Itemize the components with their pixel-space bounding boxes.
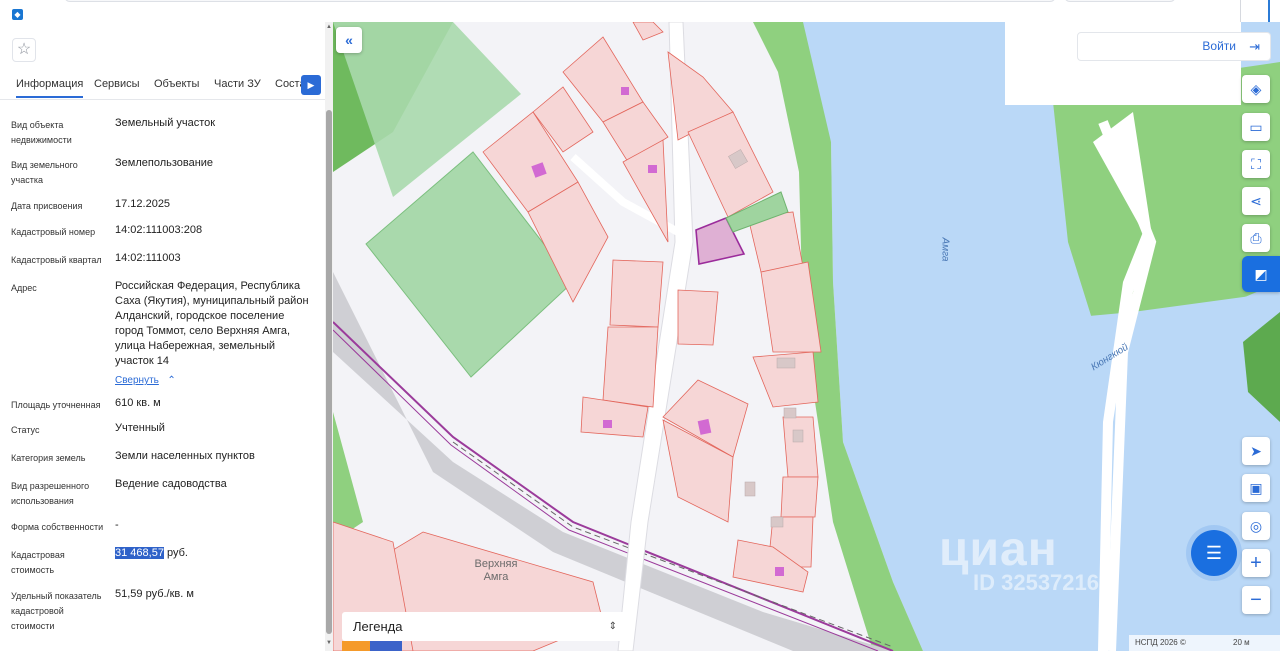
chevron-updown-icon: ⇕ bbox=[608, 621, 617, 632]
print-icon[interactable]: ⎙ bbox=[1242, 224, 1270, 252]
field-value: 51,59 руб./кв. м bbox=[115, 588, 194, 600]
field-label: Адрес bbox=[11, 283, 37, 293]
scroll-down-icon[interactable]: ▼ bbox=[326, 640, 332, 646]
watermark-id: ID 325372169 bbox=[973, 570, 1112, 595]
collapse-link[interactable]: Свернуть ⌃ bbox=[115, 370, 215, 388]
collapse-label[interactable]: Свернуть bbox=[115, 375, 159, 386]
chat-icon[interactable]: ☰ bbox=[1191, 530, 1237, 576]
field-label: Вид разрешенного использования bbox=[11, 481, 90, 506]
copyright-bar: НСПД 2026 © 20 м bbox=[1129, 635, 1280, 651]
village-label: Верхняя Амга bbox=[474, 558, 518, 583]
login-button[interactable]: Войти ⇥ bbox=[1077, 32, 1271, 61]
scroll-up-icon[interactable]: ▲ bbox=[326, 24, 332, 30]
star-icon[interactable]: ☆ bbox=[12, 38, 36, 62]
field-label: Дата присвоения bbox=[11, 201, 83, 211]
field-label: Кадастровый квартал bbox=[11, 255, 102, 265]
scrollbar-thumb[interactable] bbox=[326, 110, 332, 634]
info-tabs: Информация Сервисы Объекты Части ЗУ Сост… bbox=[0, 72, 325, 100]
tabs-scroll-right-icon[interactable]: ▶ bbox=[301, 75, 321, 95]
tab-information[interactable]: Информация bbox=[16, 78, 84, 98]
currency-suffix: руб. bbox=[163, 547, 188, 559]
browser-top-strip: ◆ bbox=[0, 0, 1280, 22]
river-label-amga: Амга bbox=[939, 237, 951, 262]
locate-icon[interactable]: ➤ bbox=[1242, 437, 1270, 465]
field-value: Российская Федерация, Республика Саха (Я… bbox=[115, 280, 309, 367]
copyright-text: НСПД 2026 © bbox=[1135, 638, 1186, 647]
field-label: Вид объекта недвижимости bbox=[11, 120, 72, 145]
watermark-text: циан bbox=[939, 523, 1058, 576]
field-value: Земельный участок bbox=[115, 117, 216, 129]
tab-objects[interactable]: Объекты bbox=[154, 78, 199, 90]
field-value: Земли населенных пунктов bbox=[115, 450, 255, 462]
ruler-icon[interactable]: ▭ bbox=[1242, 113, 1270, 141]
field-label: Кадастровая стоимость bbox=[11, 550, 65, 575]
collapse-panel-icon[interactable]: « bbox=[336, 27, 362, 53]
tab-services[interactable]: Сервисы bbox=[94, 78, 140, 90]
scale-bar: 20 м bbox=[1229, 635, 1254, 651]
field-value: 610 кв. м bbox=[115, 397, 161, 409]
field-label: Форма собственности bbox=[11, 522, 104, 532]
layers-icon[interactable]: ◈ bbox=[1242, 75, 1270, 103]
tab-parts[interactable]: Части ЗУ bbox=[214, 78, 261, 90]
field-label: Удельный показатель кадастровой стоимост… bbox=[11, 591, 102, 631]
field-value[interactable]: 14:02:111003:208 bbox=[115, 223, 311, 238]
legend-dropdown[interactable]: Легенда ⇕ bbox=[342, 612, 629, 641]
field-value: 17.12.2025 bbox=[115, 198, 171, 210]
zoom-out-icon[interactable]: − bbox=[1242, 586, 1270, 614]
share-icon[interactable]: ⋖ bbox=[1242, 187, 1270, 215]
pkk-logo-icon[interactable]: ◩ bbox=[1242, 256, 1280, 292]
geolocation-icon[interactable]: ◎ bbox=[1242, 512, 1270, 540]
field-value[interactable]: 14:02:111003 bbox=[115, 251, 311, 266]
map-canvas[interactable]: Верхняя Амга Амга Кюнгкюй циан ID 325372… bbox=[333, 22, 1280, 651]
panel-scrollbar[interactable]: ▲ ▼ bbox=[325, 22, 333, 651]
green-zone-3 bbox=[333, 412, 363, 542]
select-area-icon[interactable]: ⛶ bbox=[1242, 150, 1270, 178]
field-value: 31 468,57 руб. bbox=[115, 546, 311, 561]
zoom-in-icon[interactable]: + bbox=[1242, 549, 1270, 577]
minimap-icon[interactable]: ▣ bbox=[1242, 474, 1270, 502]
top-button-strip[interactable] bbox=[1064, 0, 1176, 2]
app-logo-icon[interactable]: ◆ bbox=[12, 9, 23, 20]
field-value: Землепользование bbox=[115, 157, 214, 169]
field-label: Кадастровый номер bbox=[11, 227, 96, 237]
field-value: - bbox=[115, 519, 119, 531]
field-label: Категория земель bbox=[11, 453, 86, 463]
login-arrow-icon: ⇥ bbox=[1249, 39, 1260, 54]
field-value: Ведение садоводства bbox=[115, 478, 227, 490]
object-info-panel: ☆ Информация Сервисы Объекты Части ЗУ Со… bbox=[0, 22, 333, 651]
selected-value-text[interactable]: 31 468,57 bbox=[115, 547, 164, 559]
kyungkyui-water bbox=[1013, 292, 1280, 651]
top-search-strip[interactable] bbox=[64, 0, 1056, 2]
field-label: Вид земельного участка bbox=[11, 160, 78, 185]
field-value: Учтенный bbox=[115, 422, 165, 434]
map-drawing bbox=[333, 22, 1280, 651]
legend-color-strip bbox=[342, 641, 402, 651]
top-right-edge bbox=[1240, 0, 1280, 22]
field-label: Площадь уточненная bbox=[11, 400, 101, 410]
legend-label: Легенда bbox=[353, 619, 403, 634]
chevron-up-icon[interactable]: ⌃ bbox=[167, 375, 175, 386]
login-label: Войти bbox=[1202, 39, 1236, 53]
field-label: Статус bbox=[11, 425, 40, 435]
